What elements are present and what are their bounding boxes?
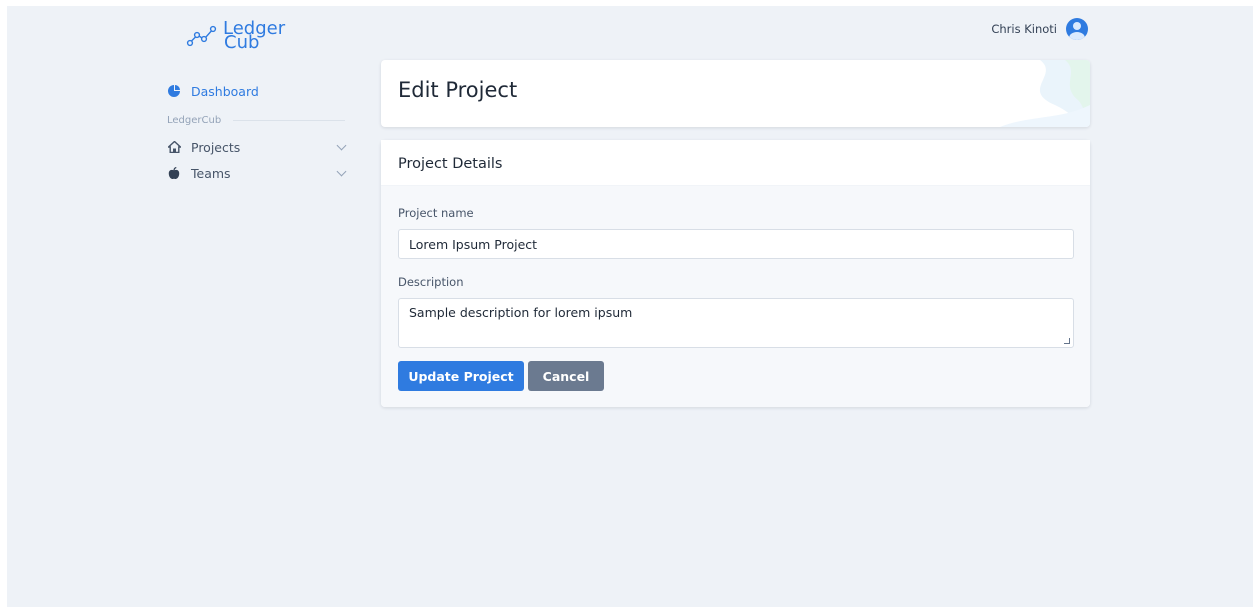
user-name: Chris Kinoti: [991, 22, 1057, 36]
sidebar-section-label: LedgerCub: [167, 114, 222, 126]
chevron-down-icon[interactable]: [336, 166, 347, 177]
page-header-card: Edit Project: [381, 60, 1090, 127]
project-name-input[interactable]: Lorem Ipsum Project: [398, 229, 1074, 259]
apple-icon: [167, 166, 181, 180]
avatar[interactable]: [1066, 18, 1088, 40]
sidebar-item-label: Dashboard: [191, 83, 259, 99]
pie-chart-icon: [167, 84, 181, 98]
sidebar-item-projects[interactable]: Projects: [167, 134, 347, 160]
house-icon: [167, 140, 181, 154]
project-details-card: Project Details Project name Lorem Ipsum…: [381, 140, 1090, 407]
update-project-button[interactable]: Update Project: [398, 361, 524, 391]
cancel-button[interactable]: Cancel: [528, 361, 604, 391]
divider: [233, 119, 345, 121]
logo-icon: [186, 25, 217, 47]
page-title: Edit Project: [398, 78, 518, 102]
user-menu[interactable]: Chris Kinoti: [991, 18, 1088, 40]
sidebar-section-header: LedgerCub: [167, 112, 345, 128]
sidebar-item-label: Teams: [191, 165, 231, 181]
app-background: Ledger Cub Chris Kinoti Dashboard Ledger…: [7, 6, 1253, 607]
sidebar: Dashboard LedgerCub Projects Teams: [167, 78, 347, 186]
decorative-wave: [1000, 60, 1090, 127]
description-value: Sample description for lorem ipsum: [409, 305, 633, 320]
chevron-down-icon[interactable]: [336, 140, 347, 151]
card-title: Project Details: [381, 140, 1090, 186]
sidebar-item-teams[interactable]: Teams: [167, 160, 347, 186]
form-body: Project name Lorem Ipsum Project Descrip…: [381, 186, 1090, 407]
logo[interactable]: Ledger Cub: [185, 20, 285, 52]
description-label: Description: [398, 275, 464, 289]
sidebar-item-label: Projects: [191, 139, 241, 155]
logo-text: Ledger Cub: [223, 20, 285, 52]
project-name-label: Project name: [398, 206, 474, 220]
description-textarea[interactable]: Sample description for lorem ipsum: [398, 298, 1074, 348]
sidebar-item-dashboard[interactable]: Dashboard: [167, 78, 345, 104]
resize-handle-icon[interactable]: [1064, 338, 1070, 344]
